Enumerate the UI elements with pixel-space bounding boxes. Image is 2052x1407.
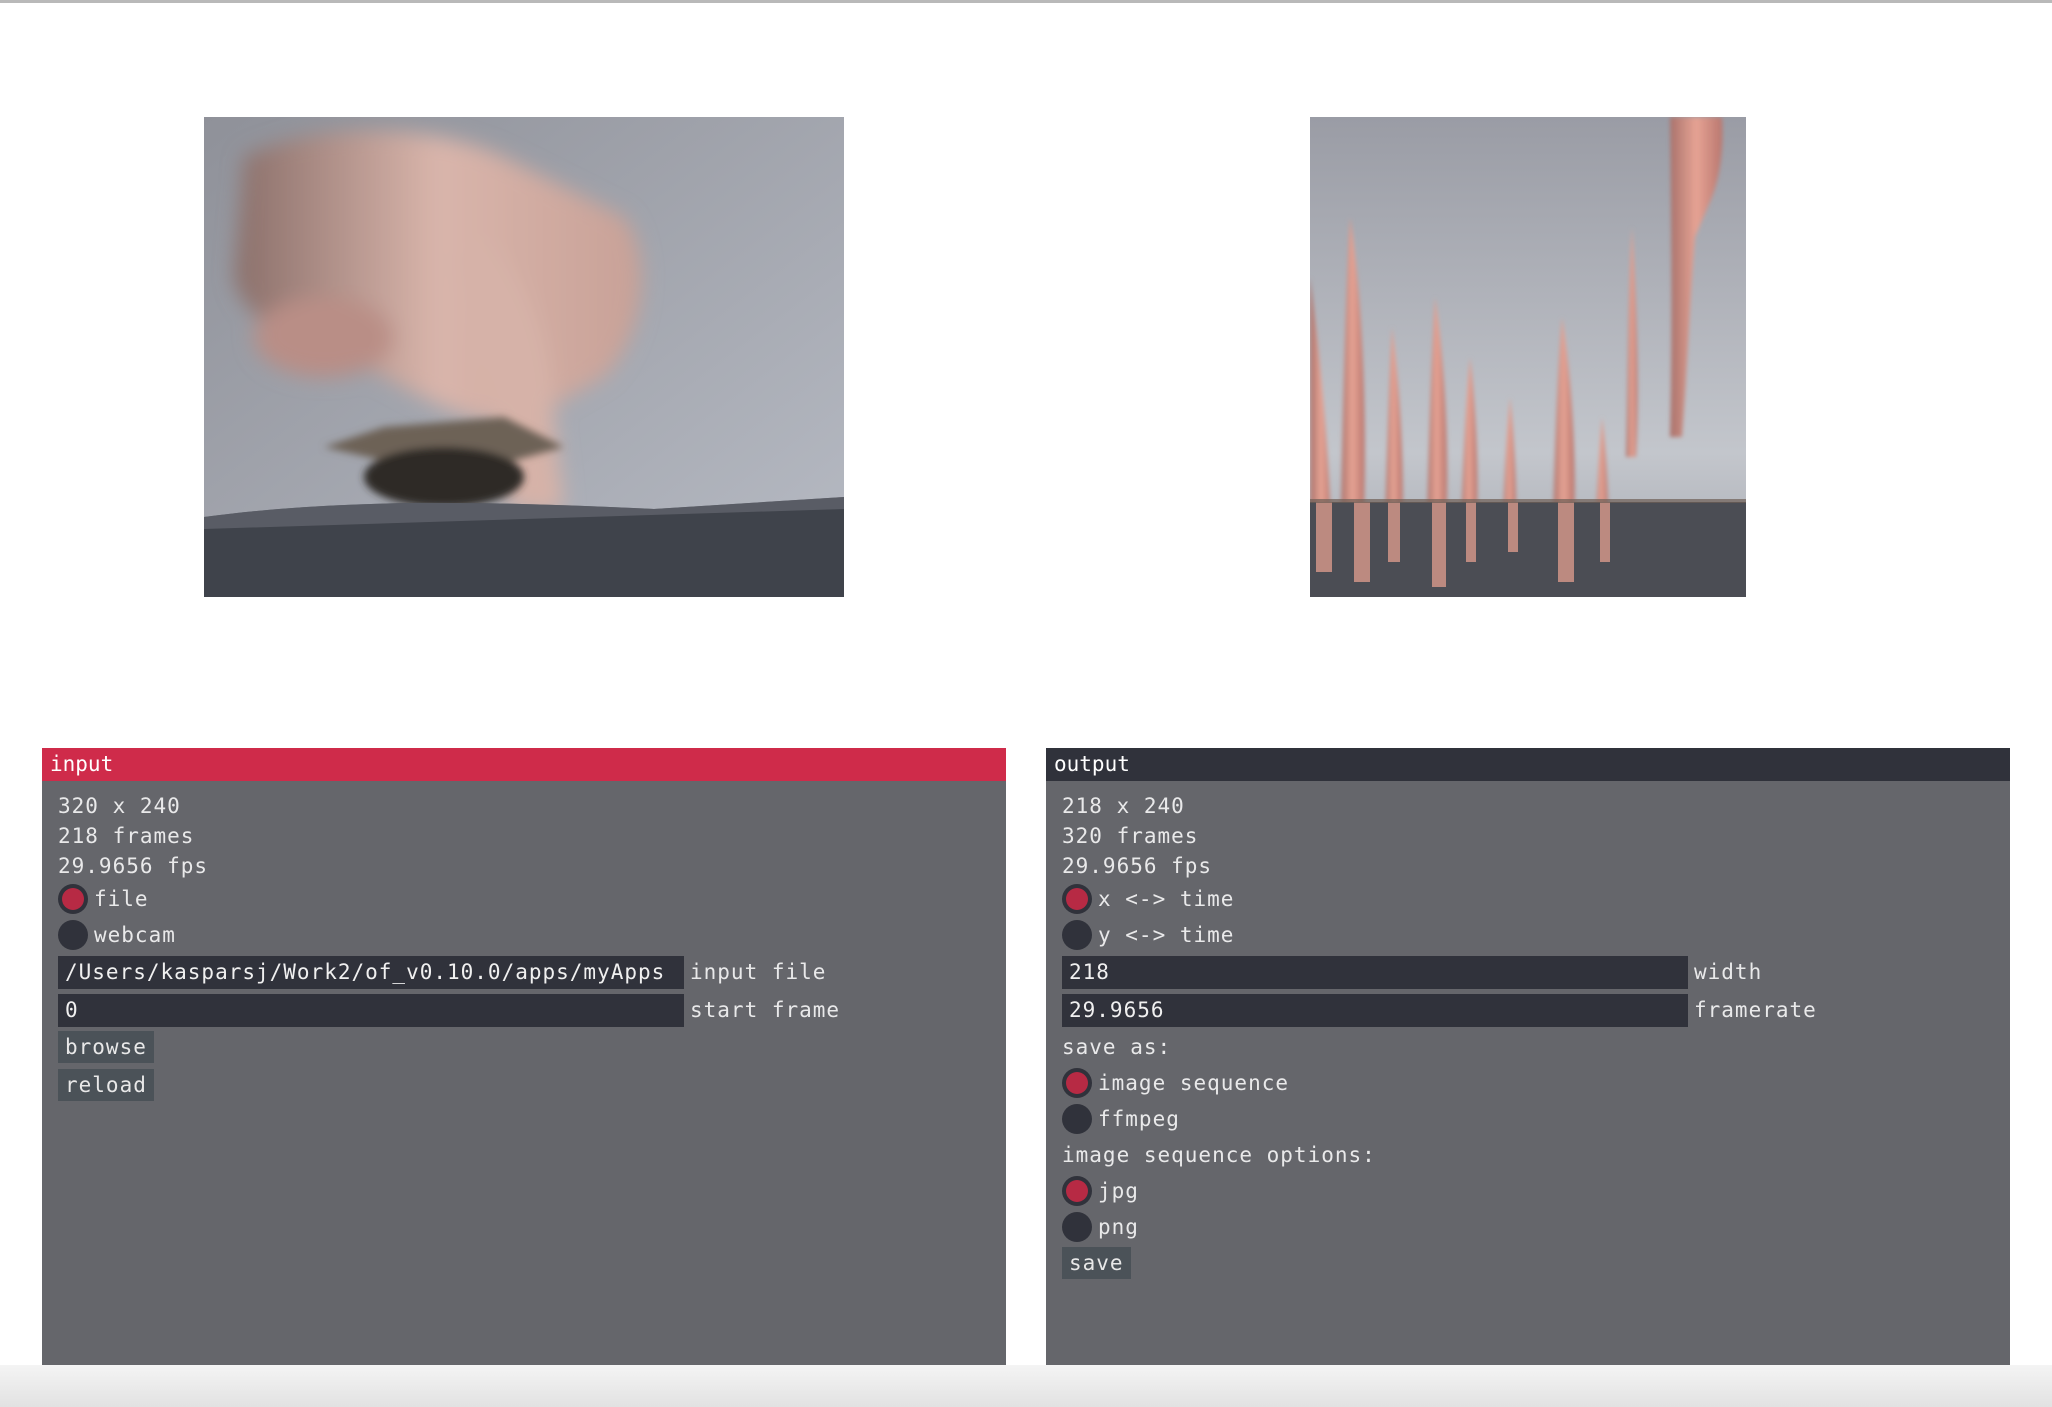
radio-button[interactable] <box>1062 1212 1092 1242</box>
browse-button[interactable]: browse <box>58 1031 154 1063</box>
window-bottom-edge <box>0 1365 2052 1407</box>
radio-label: image sequence <box>1098 1071 1290 1095</box>
input-video-preview <box>204 117 844 597</box>
radio-button[interactable] <box>1062 884 1092 914</box>
save-option-ffmpeg[interactable]: ffmpeg <box>1062 1101 1994 1137</box>
input-panel: input 320 x 240 218 frames 29.9656 fps f… <box>42 748 1006 1367</box>
input-file-row: /Users/kasparsj/Work2/of_v0.10.0/apps/my… <box>58 953 990 991</box>
output-video-preview <box>1310 117 1746 597</box>
reload-button[interactable]: reload <box>58 1069 154 1101</box>
image-sequence-options-label: image sequence options: <box>1062 1143 1376 1167</box>
radio-button[interactable] <box>58 920 88 950</box>
format-option-jpg[interactable]: jpg <box>1062 1173 1994 1209</box>
output-fps: 29.9656 fps <box>1062 854 1213 878</box>
save-button[interactable]: save <box>1062 1247 1131 1279</box>
input-dimensions: 320 x 240 <box>58 794 181 818</box>
save-as-label: save as: <box>1062 1035 1172 1059</box>
format-option-png[interactable]: png <box>1062 1209 1994 1245</box>
framerate-row: 29.9656 framerate <box>1062 991 1994 1029</box>
radio-button[interactable] <box>1062 1176 1092 1206</box>
output-dimensions: 218 x 240 <box>1062 794 1185 818</box>
width-label: width <box>1694 960 1763 984</box>
output-video-frame <box>1310 117 1746 597</box>
radio-button[interactable] <box>58 884 88 914</box>
framerate-label: framerate <box>1694 998 1817 1022</box>
radio-label: png <box>1098 1215 1139 1239</box>
start-frame-row: 0 start frame <box>58 991 990 1029</box>
input-video-frame <box>204 117 844 597</box>
radio-button[interactable] <box>1062 920 1092 950</box>
input-panel-title[interactable]: input <box>42 748 1006 781</box>
app-window: input 320 x 240 218 frames 29.9656 fps f… <box>0 0 2052 1407</box>
start-frame-label: start frame <box>690 998 841 1022</box>
width-row: 218 width <box>1062 953 1994 991</box>
input-file-field[interactable]: /Users/kasparsj/Work2/of_v0.10.0/apps/my… <box>58 955 684 989</box>
radio-button[interactable] <box>1062 1104 1092 1134</box>
radio-label: x <-> time <box>1098 887 1235 911</box>
radio-label: webcam <box>94 923 176 947</box>
radio-button[interactable] <box>1062 1068 1092 1098</box>
radio-label: ffmpeg <box>1098 1107 1180 1131</box>
mode-option-x-time[interactable]: x <-> time <box>1062 881 1994 917</box>
save-option-image-sequence[interactable]: image sequence <box>1062 1065 1994 1101</box>
input-fps: 29.9656 fps <box>58 854 209 878</box>
radio-label: jpg <box>1098 1179 1139 1203</box>
input-file-label: input file <box>690 960 827 984</box>
framerate-field[interactable]: 29.9656 <box>1062 993 1688 1027</box>
width-field[interactable]: 218 <box>1062 955 1688 989</box>
radio-label: y <-> time <box>1098 923 1235 947</box>
mode-option-y-time[interactable]: y <-> time <box>1062 917 1994 953</box>
output-frames: 320 frames <box>1062 824 1199 848</box>
start-frame-field[interactable]: 0 <box>58 993 684 1027</box>
radio-label: file <box>94 887 149 911</box>
output-panel-title[interactable]: output <box>1046 748 2010 781</box>
source-option-webcam[interactable]: webcam <box>58 917 990 953</box>
output-panel: output 218 x 240 320 frames 29.9656 fps … <box>1046 748 2010 1367</box>
source-option-file[interactable]: file <box>58 881 990 917</box>
input-frames: 218 frames <box>58 824 195 848</box>
